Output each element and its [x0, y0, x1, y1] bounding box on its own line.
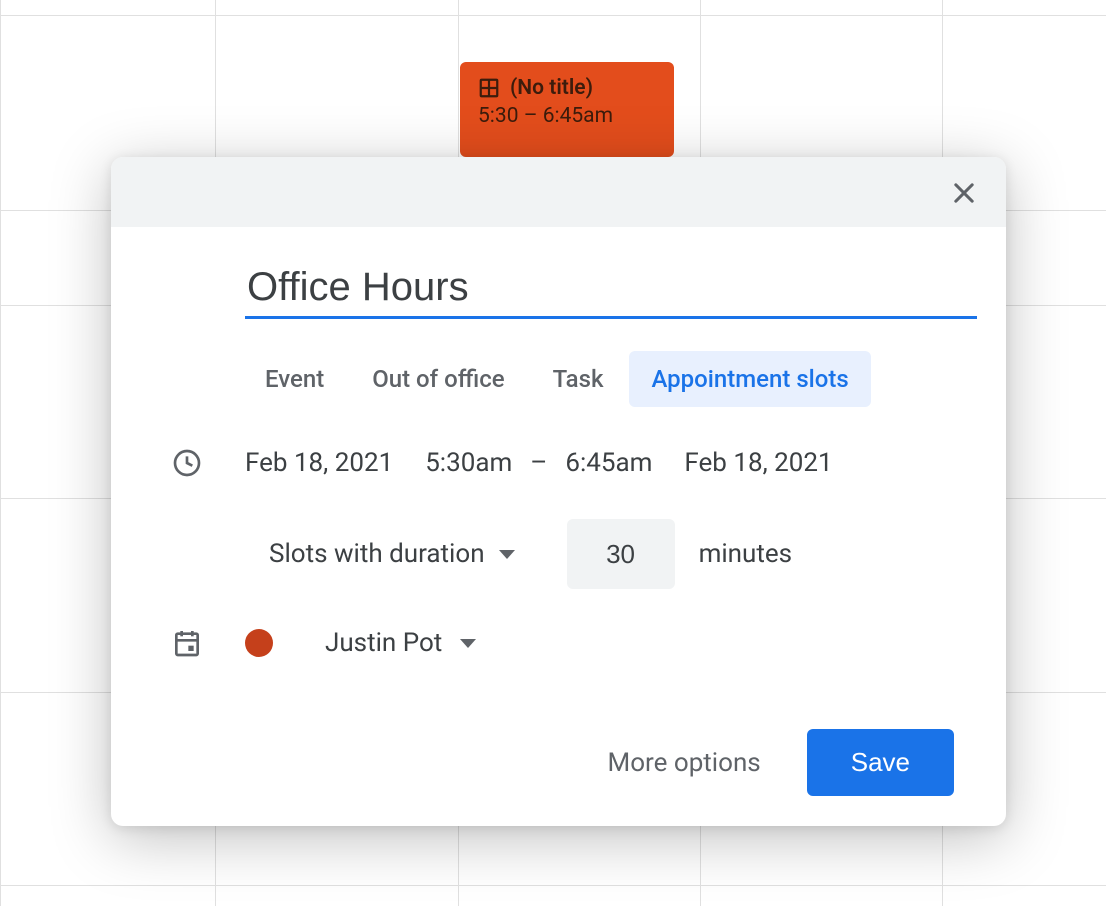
calendar-icon [161, 627, 245, 659]
end-time[interactable]: 6:45am [565, 448, 652, 478]
time-dash: – [530, 448, 547, 478]
calendar-name: Justin Pot [325, 628, 442, 658]
slots-duration-dropdown[interactable]: Slots with duration [269, 539, 515, 569]
duration-row: Slots with duration minutes [137, 519, 980, 589]
calendar-row: Justin Pot [137, 627, 980, 659]
dialog-header [111, 157, 1006, 227]
close-icon [950, 179, 978, 207]
slots-duration-label: Slots with duration [269, 539, 485, 569]
time-row: Feb 18, 2021 5:30am – 6:45am Feb 18, 202… [137, 447, 980, 479]
chevron-down-icon [460, 639, 476, 648]
calendar-event-block[interactable]: (No title) 5:30 – 6:45am [460, 62, 674, 157]
more-options-button[interactable]: More options [590, 734, 779, 792]
save-button[interactable]: Save [807, 729, 954, 796]
tab-out-of-office[interactable]: Out of office [350, 351, 526, 407]
duration-value-input[interactable] [567, 519, 675, 589]
duration-unit-label: minutes [699, 539, 793, 569]
event-title: (No title) [510, 76, 593, 100]
appointment-slots-grid-icon [478, 77, 500, 99]
dialog-footer: More options Save [137, 683, 980, 796]
chevron-down-icon [499, 550, 515, 559]
create-event-dialog: Event Out of office Task Appointment slo… [111, 157, 1006, 826]
tab-event[interactable]: Event [243, 351, 346, 407]
clock-icon [161, 447, 245, 479]
event-title-input[interactable] [245, 261, 977, 319]
start-date[interactable]: Feb 18, 2021 [245, 448, 393, 478]
start-time[interactable]: 5:30am [425, 448, 512, 478]
calendar-selector[interactable]: Justin Pot [245, 628, 476, 658]
event-type-tabs: Event Out of office Task Appointment slo… [137, 351, 980, 407]
tab-appointment-slots[interactable]: Appointment slots [629, 351, 870, 407]
calendar-color-dot [245, 629, 273, 657]
tab-task[interactable]: Task [531, 351, 626, 407]
close-button[interactable] [946, 175, 982, 211]
event-time: 5:30 – 6:45am [478, 104, 656, 128]
end-date[interactable]: Feb 18, 2021 [684, 448, 832, 478]
